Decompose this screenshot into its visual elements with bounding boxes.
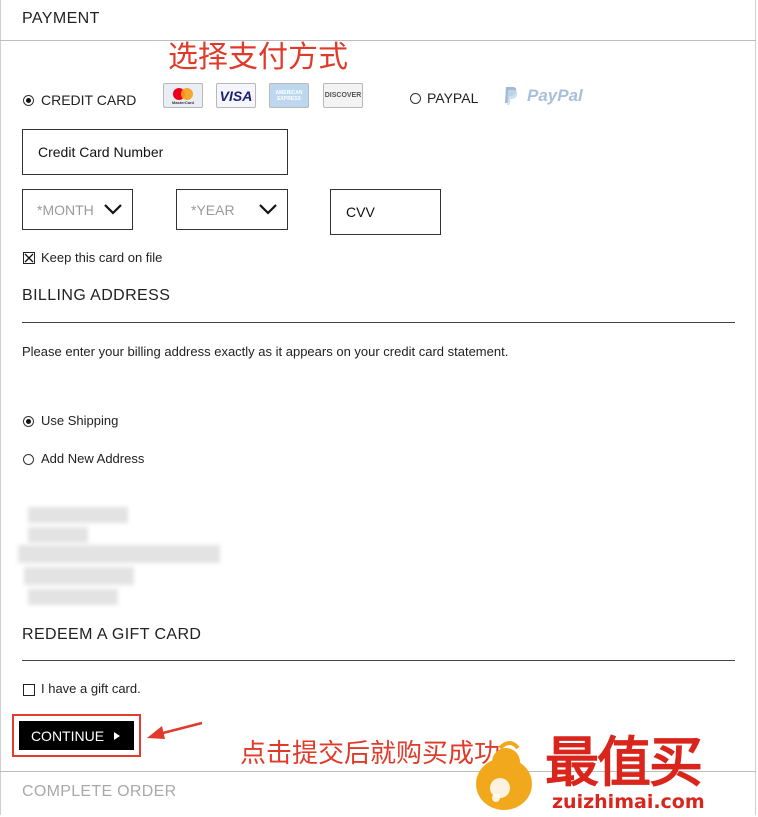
complete-order-label: COMPLETE ORDER: [22, 783, 177, 800]
chevron-down-icon: [259, 204, 277, 215]
watermark-brand-cn: 最值买: [545, 731, 703, 794]
caret-right-icon: [114, 731, 121, 740]
add-new-address-label[interactable]: Add New Address: [41, 451, 144, 466]
gift-divider: [22, 660, 735, 661]
watermark-brand-url: zuizhimai.com: [552, 791, 705, 813]
month-select-value: *MONTH: [37, 201, 94, 218]
gift-card-checkbox[interactable]: [23, 684, 35, 696]
chevron-down-icon: [104, 204, 122, 215]
visa-logo: VISA: [216, 83, 256, 108]
paypal-label[interactable]: PAYPAL: [427, 90, 478, 106]
paypal-p-icon: [504, 86, 518, 106]
mastercard-logo: MasterCard: [163, 83, 203, 108]
gift-card-label[interactable]: I have a gift card.: [41, 681, 141, 696]
checked-x-icon: [24, 253, 34, 263]
continue-button[interactable]: CONTINUE: [19, 721, 134, 750]
credit-card-radio[interactable]: [23, 95, 34, 106]
frame-right-border: [755, 0, 756, 815]
keep-card-label[interactable]: Keep this card on file: [41, 250, 162, 265]
year-select[interactable]: *YEAR: [176, 189, 288, 230]
keep-card-checkbox[interactable]: [23, 252, 35, 264]
year-select-value: *YEAR: [191, 201, 235, 218]
payment-divider: [0, 40, 756, 41]
blurred-shipping-address: [10, 505, 225, 610]
discover-logo: DISCOVER: [323, 83, 363, 108]
add-new-address-radio[interactable]: [23, 454, 34, 465]
billing-divider: [22, 322, 735, 323]
billing-instruction: Please enter your billing address exactl…: [22, 344, 509, 359]
annotation-submit: 点击提交后就购买成功: [240, 739, 501, 769]
paypal-logo: PayPal: [527, 86, 583, 105]
use-shipping-label[interactable]: Use Shipping: [41, 413, 118, 428]
billing-section-title: BILLING ADDRESS: [22, 287, 171, 304]
paypal-radio[interactable]: [410, 93, 421, 104]
mastercard-text: MasterCard: [172, 100, 195, 105]
credit-card-label[interactable]: CREDIT CARD: [41, 92, 136, 108]
payment-section-title: PAYMENT: [22, 10, 100, 27]
amex-logo: AMERICAN EXPRESS: [269, 83, 309, 108]
card-number-input[interactable]: Credit Card Number: [22, 129, 288, 175]
annotation-choose-payment: 选择支付方式: [168, 40, 348, 75]
watermark-mascot-icon: [470, 740, 540, 812]
gift-section-title: REDEEM A GIFT CARD: [22, 626, 202, 643]
annotation-arrow-icon: [147, 721, 203, 739]
frame-left-border: [0, 0, 1, 815]
cvv-input[interactable]: CVV: [330, 189, 441, 235]
month-select[interactable]: *MONTH: [22, 189, 133, 230]
use-shipping-radio[interactable]: [23, 416, 34, 427]
continue-button-label: CONTINUE: [30, 727, 105, 744]
